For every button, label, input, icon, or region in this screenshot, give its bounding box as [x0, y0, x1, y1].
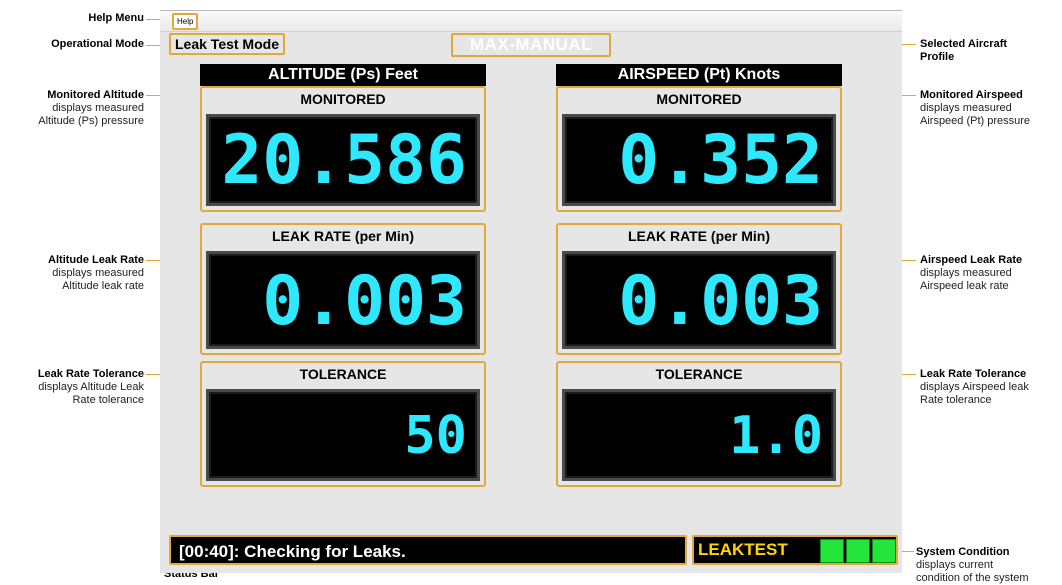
callout-line: Airspeed (Pt) pressure — [920, 115, 1031, 127]
airspeed-leak-rate-callout: Airspeed Leak Rate displays measured Air… — [920, 254, 1060, 293]
monitored-airspeed-callout: Monitored Airspeed displays measured Air… — [920, 89, 1062, 128]
status-indicator-3 — [872, 539, 896, 563]
operational-mode-label: Leak Test Mode — [169, 33, 285, 55]
system-state-label: LEAKTEST — [698, 540, 788, 559]
callout-title: Monitored Altitude — [47, 89, 144, 101]
airspeed-tolerance-panel: TOLERANCE 1.0 — [556, 361, 842, 487]
altitude-leak-rate-panel: LEAK RATE (per Min) 0.003 — [200, 223, 486, 355]
altitude-leak-rate-value: 0.003 — [262, 262, 467, 341]
callout-line: displays Altitude Leak — [38, 381, 144, 393]
callout-line: Rate tolerance — [72, 394, 144, 406]
airspeed-monitored-value: 0.352 — [618, 121, 823, 200]
panel-label: MONITORED — [656, 91, 742, 107]
altitude-leak-rate-callout: Altitude Leak Rate displays measured Alt… — [4, 254, 144, 293]
system-condition: LEAKTEST — [692, 535, 898, 565]
altitude-column-title: ALTITUDE (Ps) Feet — [200, 64, 486, 86]
callout-title: Selected Aircraft — [920, 38, 1008, 50]
callout-title: System Condition — [916, 546, 1010, 558]
aircraft-profile: MAX-MANUAL — [451, 33, 611, 57]
callout-title: Leak Rate Tolerance — [37, 368, 144, 380]
airspeed-leak-rate-display: 0.003 — [562, 251, 836, 349]
altitude-leak-rate-display: 0.003 — [206, 251, 480, 349]
selected-profile-callout: Selected Aircraft Profile — [920, 38, 1060, 64]
panel-label: MONITORED — [300, 91, 386, 107]
callout-line: Rate tolerance — [920, 394, 992, 406]
altitude-monitored-display: 20.586 — [206, 114, 480, 206]
callout-title: Altitude Leak Rate — [48, 254, 144, 266]
operational-mode-callout: Operational Mode — [10, 38, 144, 51]
callout-line: displays measured — [52, 102, 144, 114]
altitude-tolerance-value: 50 — [404, 406, 467, 466]
callout-line: Airspeed leak rate — [920, 280, 1009, 292]
altitude-tolerance-display: 50 — [206, 389, 480, 481]
callout-title-cont: Profile — [920, 51, 955, 63]
airspeed-tolerance-value: 1.0 — [729, 406, 823, 466]
panel-label: TOLERANCE — [655, 366, 743, 382]
status-bar: [00:40]: Checking for Leaks. — [169, 535, 687, 565]
airspeed-monitored-display: 0.352 — [562, 114, 836, 206]
callout-line: condition of the system — [916, 572, 1029, 584]
callout-title: Monitored Airspeed — [920, 89, 1023, 101]
airspeed-tolerance-callout: Leak Rate Tolerance displays Airspeed le… — [920, 368, 1062, 407]
altitude-monitored-panel: MONITORED 20.586 — [200, 86, 486, 212]
callout-line: Altitude leak rate — [62, 280, 144, 292]
callout-line: displays measured — [920, 102, 1012, 114]
airspeed-tolerance-display: 1.0 — [562, 389, 836, 481]
panel-label: TOLERANCE — [299, 366, 387, 382]
callout-title: Airspeed Leak Rate — [920, 254, 1023, 266]
callout-line: displays measured — [920, 267, 1012, 279]
airspeed-column-title: AIRSPEED (Pt) Knots — [556, 64, 842, 86]
callout-line: Altitude (Ps) pressure — [38, 115, 144, 127]
menu-bar: Help — [160, 11, 902, 32]
help-menu[interactable]: Help — [172, 13, 199, 30]
app-window: Help Leak Test Mode MAX-MANUAL ALTITUDE … — [160, 10, 902, 573]
callout-line: displays current — [916, 559, 994, 571]
callout-title: Help Menu — [88, 12, 144, 24]
system-condition-callout: System Condition displays current condit… — [916, 546, 1062, 585]
airspeed-leak-rate-panel: LEAK RATE (per Min) 0.003 — [556, 223, 842, 355]
callout-line: displays measured — [52, 267, 144, 279]
callout-line: displays Airspeed leak — [920, 381, 1029, 393]
airspeed-leak-rate-value: 0.003 — [618, 262, 823, 341]
callout-title: Leak Rate Tolerance — [920, 368, 1027, 380]
altitude-tolerance-panel: TOLERANCE 50 — [200, 361, 486, 487]
altitude-tolerance-callout: Leak Rate Tolerance displays Altitude Le… — [4, 368, 144, 407]
help-menu-callout: Help Menu — [20, 12, 144, 25]
panel-label: LEAK RATE (per Min) — [627, 228, 771, 244]
altitude-monitored-value: 20.586 — [221, 121, 467, 200]
callout-title: Operational Mode — [51, 38, 144, 50]
panel-label: LEAK RATE (per Min) — [271, 228, 415, 244]
status-indicator-2 — [846, 539, 870, 563]
monitored-altitude-callout: Monitored Altitude displays measured Alt… — [4, 89, 144, 128]
airspeed-monitored-panel: MONITORED 0.352 — [556, 86, 842, 212]
status-indicator-1 — [820, 539, 844, 563]
